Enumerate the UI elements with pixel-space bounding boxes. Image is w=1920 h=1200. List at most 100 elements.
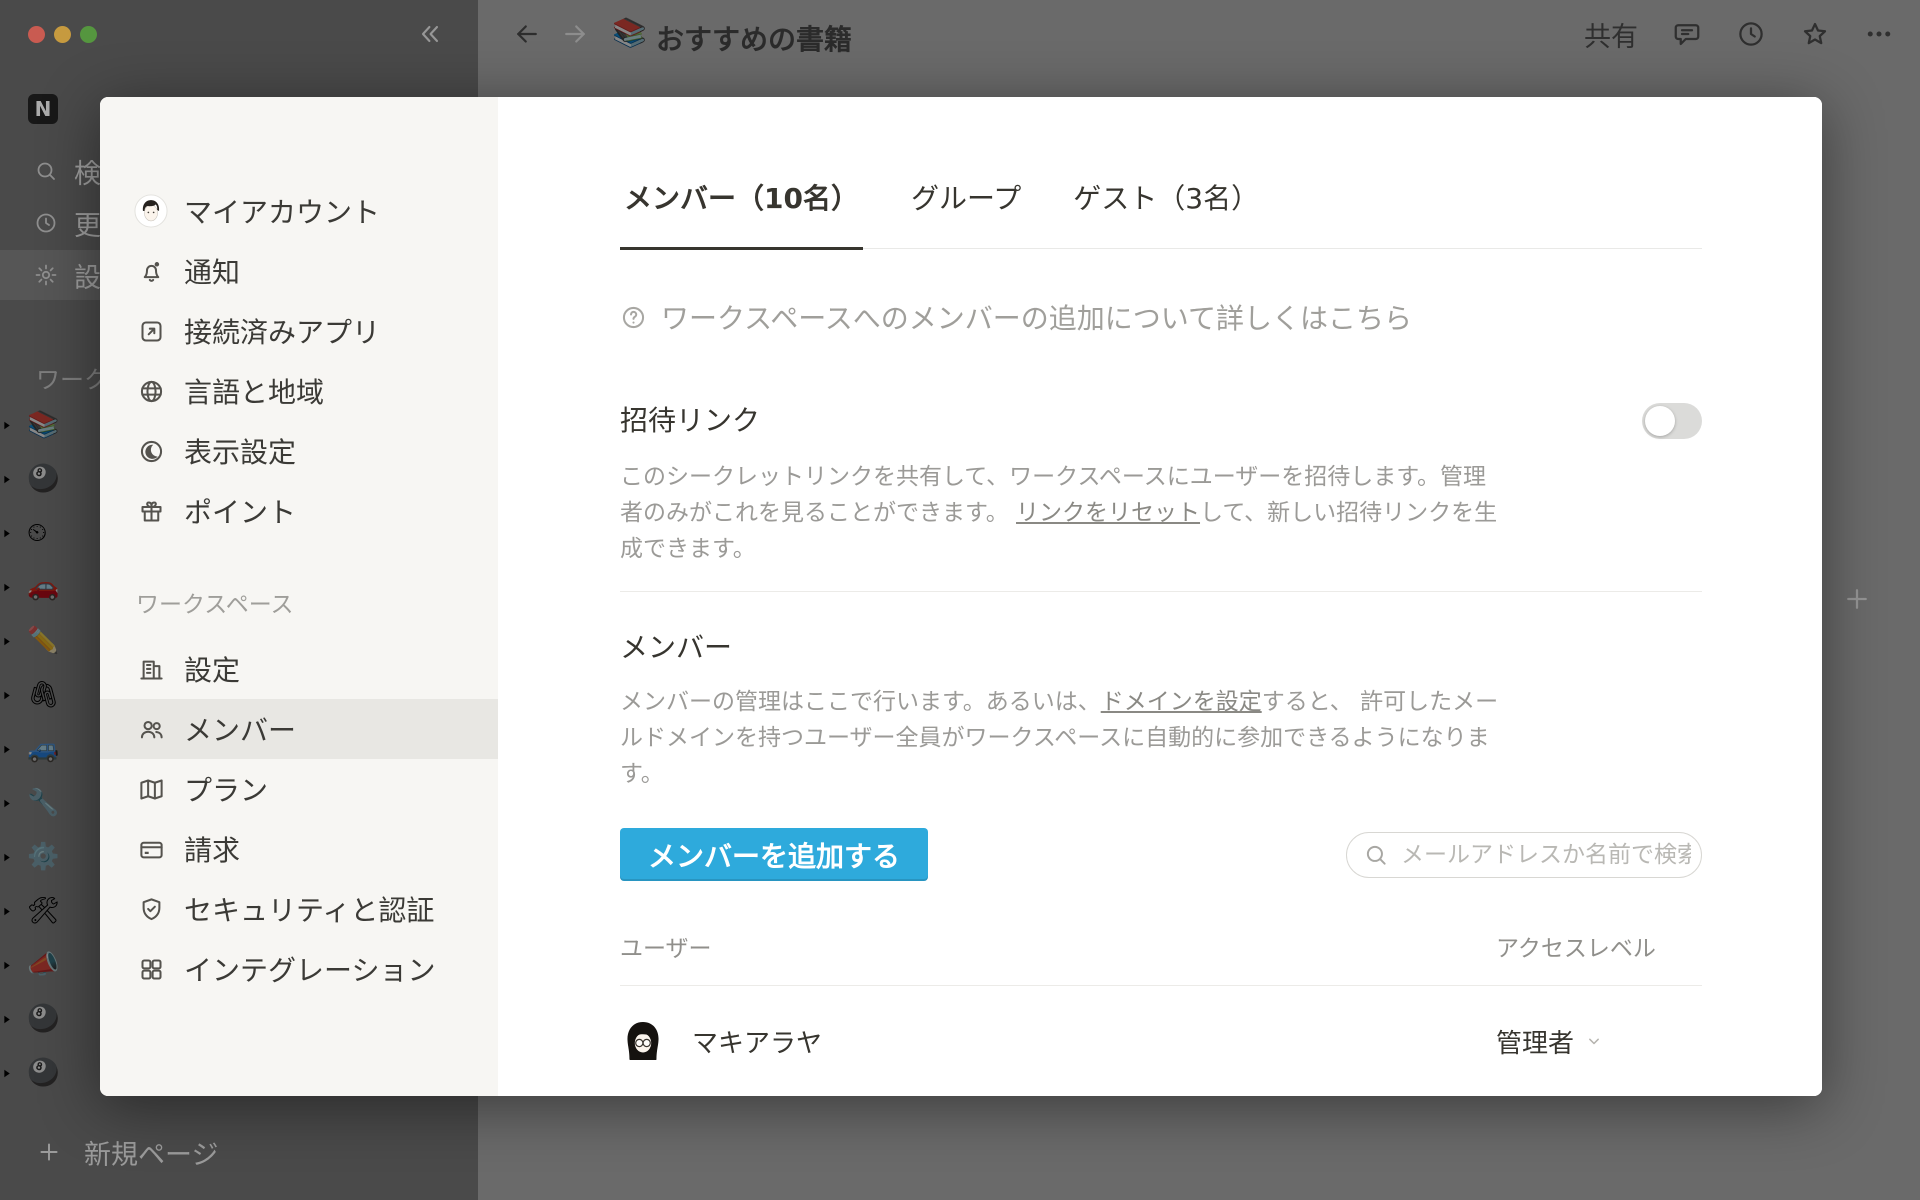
gift-icon	[134, 498, 168, 525]
page-emoji-icon: ⏲	[27, 518, 47, 549]
settings-item-label: マイアカウント	[184, 191, 380, 231]
gear-icon	[34, 263, 58, 287]
members-description: メンバーの管理はここで行います。あるいは、ドメインを設定すると、 許可したメール…	[620, 684, 1500, 792]
page-emoji-icon: 🛠	[27, 896, 60, 926]
members-table-header: ユーザー アクセスレベル	[620, 929, 1702, 986]
settings-item-label: インテグレーション	[184, 949, 435, 989]
traffic-light-close[interactable]	[28, 26, 45, 43]
column-access-level: アクセスレベル	[1482, 929, 1702, 963]
section-divider	[620, 591, 1702, 592]
shield-icon	[134, 896, 168, 923]
settings-item-label: 通知	[184, 251, 240, 291]
chevron-down-icon	[1584, 1031, 1604, 1051]
settings-item-請求[interactable]: 請求	[100, 819, 498, 879]
ellipsis-icon[interactable]	[1864, 19, 1894, 49]
moon-icon	[134, 438, 168, 465]
expand-toggle-icon	[0, 581, 13, 594]
external-link-icon	[134, 318, 168, 345]
tab-guests[interactable]: ゲスト（3名）	[1069, 177, 1263, 250]
reset-link[interactable]: リンクをリセット	[1016, 500, 1200, 526]
settings-sidebar: マイアカウント通知接続済みアプリ言語と地域表示設定ポイント ワークスペース 設定…	[100, 97, 498, 1096]
page-emoji-icon: 🔧	[27, 788, 59, 818]
settings-item-プラン[interactable]: プラン	[100, 759, 498, 819]
settings-item-label: 接続済みアプリ	[184, 311, 380, 351]
notion-window: 📚 おすすめの書籍 共有 N 検索更新設定 ワークスペース 📚🎱⏲🚗✏️🖇🚙🔧⚙…	[0, 0, 1920, 1200]
forward-icon[interactable]	[560, 19, 590, 49]
settings-item-マイアカウント[interactable]: マイアカウント	[100, 181, 498, 241]
settings-item-label: 言語と地域	[184, 371, 324, 411]
set-domain-link[interactable]: ドメインを設定	[1101, 689, 1262, 715]
page-emoji-icon: 🎱	[27, 1004, 59, 1034]
page-emoji-icon: 🎱	[27, 1058, 59, 1088]
members-desc-text: メンバーの管理はここで行います。あるいは、	[620, 689, 1101, 715]
tab-members[interactable]: メンバー（10名）	[620, 177, 863, 250]
page-title: おすすめの書籍	[656, 18, 852, 58]
toggle-knob	[1645, 406, 1675, 436]
traffic-light-minimize[interactable]	[54, 26, 71, 43]
invite-link-toggle[interactable]	[1642, 403, 1702, 439]
settings-item-label: 請求	[184, 829, 240, 869]
settings-item-インテグレーション[interactable]: インテグレーション	[100, 939, 498, 999]
expand-toggle-icon	[0, 743, 13, 756]
settings-item-言語と地域[interactable]: 言語と地域	[100, 361, 498, 421]
help-icon	[620, 304, 647, 331]
settings-content: メンバー（10名） グループゲスト（3名） ワークスペースへのメンバーの追加につい…	[498, 97, 1822, 1096]
settings-item-通知[interactable]: 通知	[100, 241, 498, 301]
share-button[interactable]: 共有	[1584, 15, 1638, 54]
member-search	[1346, 832, 1702, 878]
settings-item-label: プラン	[184, 769, 268, 809]
expand-toggle-icon	[0, 905, 13, 918]
access-level-dropdown[interactable]: 管理者	[1482, 1023, 1702, 1060]
settings-item-接続済みアプリ[interactable]: 接続済みアプリ	[100, 301, 498, 361]
expand-toggle-icon	[0, 1013, 13, 1026]
workspace-logo[interactable]: N	[28, 94, 58, 124]
member-identity: マキアラヤ	[620, 1018, 1482, 1064]
page-emoji-icon: 🚙	[27, 734, 59, 764]
settings-modal: マイアカウント通知接続済みアプリ言語と地域表示設定ポイント ワークスペース 設定…	[100, 97, 1822, 1096]
map-icon	[134, 776, 168, 803]
help-link[interactable]: ワークスペースへのメンバーの追加について詳しくはこちら	[620, 297, 1702, 337]
avatar	[620, 1018, 666, 1064]
clock-icon[interactable]	[1736, 19, 1766, 49]
sidebar-collapse-icon[interactable]	[416, 20, 444, 48]
expand-toggle-icon	[0, 797, 13, 810]
expand-toggle-icon	[0, 635, 13, 648]
globe-icon	[134, 378, 168, 405]
settings-item-label: 設定	[184, 649, 240, 689]
member-search-input[interactable]	[1399, 841, 1693, 869]
page-emoji-icon: 📚	[27, 410, 59, 440]
settings-item-設定[interactable]: 設定	[100, 639, 498, 699]
expand-toggle-icon	[0, 527, 13, 540]
search-icon	[34, 159, 58, 183]
invite-link-heading: 招待リンク	[620, 401, 760, 441]
expand-toggle-icon	[0, 689, 13, 702]
member-name: マキアラヤ	[692, 1023, 822, 1060]
settings-item-label: セキュリティと認証	[184, 889, 434, 929]
new-page-button[interactable]: 新規ページ	[0, 1126, 478, 1178]
page-emoji-icon: 📣	[27, 950, 59, 980]
add-row-icon	[1842, 584, 1872, 614]
settings-item-label: ポイント	[184, 491, 296, 531]
grid-icon	[134, 956, 168, 983]
new-page-label: 新規ページ	[84, 1133, 218, 1172]
settings-item-セキュリティと認証[interactable]: セキュリティと認証	[100, 879, 498, 939]
add-member-button[interactable]: メンバーを追加する	[620, 828, 928, 881]
plus-icon	[36, 1139, 62, 1165]
members-heading: メンバー	[620, 628, 1702, 668]
settings-item-メンバー[interactable]: メンバー	[100, 699, 498, 759]
access-level-value: 管理者	[1496, 1023, 1574, 1060]
members-tabs: メンバー（10名） グループゲスト（3名）	[620, 177, 1702, 249]
back-icon[interactable]	[512, 19, 542, 49]
settings-item-表示設定[interactable]: 表示設定	[100, 421, 498, 481]
building-icon	[134, 656, 168, 683]
tab-groups[interactable]: グループ	[907, 177, 1025, 250]
page-emoji-icon: 🚗	[27, 572, 59, 602]
star-icon[interactable]	[1800, 19, 1830, 49]
card-icon	[134, 836, 168, 863]
page-emoji-icon: 📚	[612, 16, 647, 49]
traffic-light-zoom[interactable]	[80, 26, 97, 43]
column-user: ユーザー	[620, 929, 1482, 963]
settings-item-ポイント[interactable]: ポイント	[100, 481, 498, 541]
page-emoji-icon: 🖇	[27, 680, 60, 710]
comment-icon[interactable]	[1672, 19, 1702, 49]
